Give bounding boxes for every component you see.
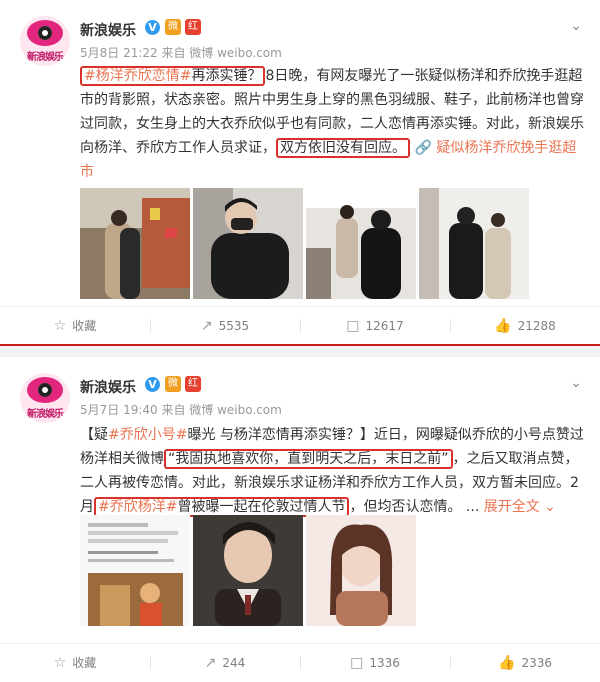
like-count: 21288 [517, 319, 556, 333]
comment-icon: □ [346, 318, 360, 334]
photo[interactable] [193, 188, 303, 299]
repost-count: 244 [222, 656, 246, 670]
repost-icon: ↗ [200, 318, 213, 334]
favorite-button[interactable]: ☆ 收藏 [0, 307, 150, 345]
chevron-down-icon[interactable]: ⌄ [570, 375, 582, 391]
avatar-logo-text: 新浪娱乐 [27, 409, 64, 420]
photo[interactable] [80, 515, 190, 626]
topic-link[interactable]: #乔欣小号# [108, 427, 187, 443]
topic-link[interactable]: #杨洋乔欣恋情# [84, 68, 191, 84]
photo[interactable] [80, 188, 190, 299]
like-button[interactable]: 👍 2336 [450, 644, 600, 682]
repost-count: 5535 [218, 319, 250, 333]
username[interactable]: 新浪娱乐 [80, 377, 136, 397]
comment-button[interactable]: □ 1336 [300, 644, 450, 682]
text-segment: 曾被曝一起在伦敦过情人节 [177, 499, 346, 515]
avatar[interactable]: 新浪娱乐 [20, 16, 70, 66]
post-meta: 5月7日 19:40 来自 微博 weibo.com [80, 403, 282, 417]
link-icon: 🔗 [414, 140, 432, 156]
repost-button[interactable]: ↗ 5535 [150, 307, 300, 345]
eye-logo-icon [27, 377, 63, 403]
repost-button[interactable]: ↗ 244 [150, 644, 300, 682]
action-bar: ☆ 收藏 ↗ 244 □ 1336 👍 2336 [0, 643, 600, 682]
chevron-down-icon: ⌄ [539, 499, 556, 515]
post-meta: 5月8日 21:22 来自 微博 weibo.com [80, 46, 282, 60]
weibo-post: 新浪娱乐 新浪娱乐 V 微 红 5月8日 21:22 来自 微博 weibo.c… [0, 0, 600, 344]
text-segment: 【疑 [80, 427, 108, 443]
red-badge-icon: 红 [185, 19, 201, 35]
star-icon: ☆ [53, 655, 67, 671]
highlight-box: #杨洋乔欣恋情#再添实锤？ [80, 66, 266, 86]
eye-logo-icon [27, 20, 63, 46]
repost-icon: ↗ [204, 655, 217, 671]
weibo-post: 新浪娱乐 新浪娱乐 V 微 红 5月7日 19:40 来自 微博 weibo.c… [0, 357, 600, 680]
topic-link[interactable]: #乔欣杨洋# [98, 499, 177, 515]
photo[interactable] [306, 515, 416, 626]
like-button[interactable]: 👍 21288 [450, 307, 600, 345]
chevron-down-icon[interactable]: ⌄ [570, 18, 582, 34]
post-text: #杨洋乔欣恋情#再添实锤？ 8日晚，有网友曝光了一张疑似杨洋和乔欣挽手逛超市的背影… [80, 64, 585, 184]
highlight-box: “我固执地喜欢你，直到明天之后，末日之前” [164, 449, 453, 469]
expand-link[interactable]: 展开全文 ⌄ [484, 499, 556, 515]
favorite-label: 收藏 [72, 656, 97, 670]
action-bar: ☆ 收藏 ↗ 5535 □ 12617 👍 21288 [0, 306, 600, 345]
highlight-box: #乔欣杨洋#曾被曝一起在伦敦过情人节 [94, 497, 350, 517]
post-text: 【疑#乔欣小号#曝光 与杨洋恋情再添实锤？】近日，网曝疑似乔欣的小号点赞过杨洋相… [80, 423, 585, 519]
red-badge-icon: 红 [185, 376, 201, 392]
username[interactable]: 新浪娱乐 [80, 20, 136, 40]
expand-label: 展开全文 [483, 499, 540, 515]
post-divider [0, 344, 600, 357]
comment-button[interactable]: □ 12617 [300, 307, 450, 345]
like-count: 2336 [521, 656, 552, 670]
member-badge-icon: 微 [165, 376, 181, 392]
member-badge-icon: 微 [165, 19, 181, 35]
photo[interactable] [193, 515, 303, 626]
text-segment: ，但均否认恋情。 ... [349, 499, 480, 515]
thumbs-up-icon: 👍 [498, 655, 516, 671]
favorite-label: 收藏 [72, 319, 97, 333]
verified-icon: V [145, 20, 160, 35]
avatar[interactable]: 新浪娱乐 [20, 373, 70, 423]
favorite-button[interactable]: ☆ 收藏 [0, 644, 150, 682]
text-segment: 再添实锤？ [191, 68, 262, 84]
star-icon: ☆ [53, 318, 67, 334]
verified-icon: V [145, 377, 160, 392]
highlight-box: 双方依旧没有回应。 [276, 138, 410, 158]
photo[interactable] [419, 188, 529, 299]
comment-icon: □ [350, 655, 364, 671]
thumbs-up-icon: 👍 [494, 318, 512, 334]
comment-count: 12617 [365, 319, 404, 333]
avatar-logo-text: 新浪娱乐 [27, 52, 64, 63]
photo[interactable] [306, 188, 416, 299]
comment-count: 1336 [369, 656, 400, 670]
